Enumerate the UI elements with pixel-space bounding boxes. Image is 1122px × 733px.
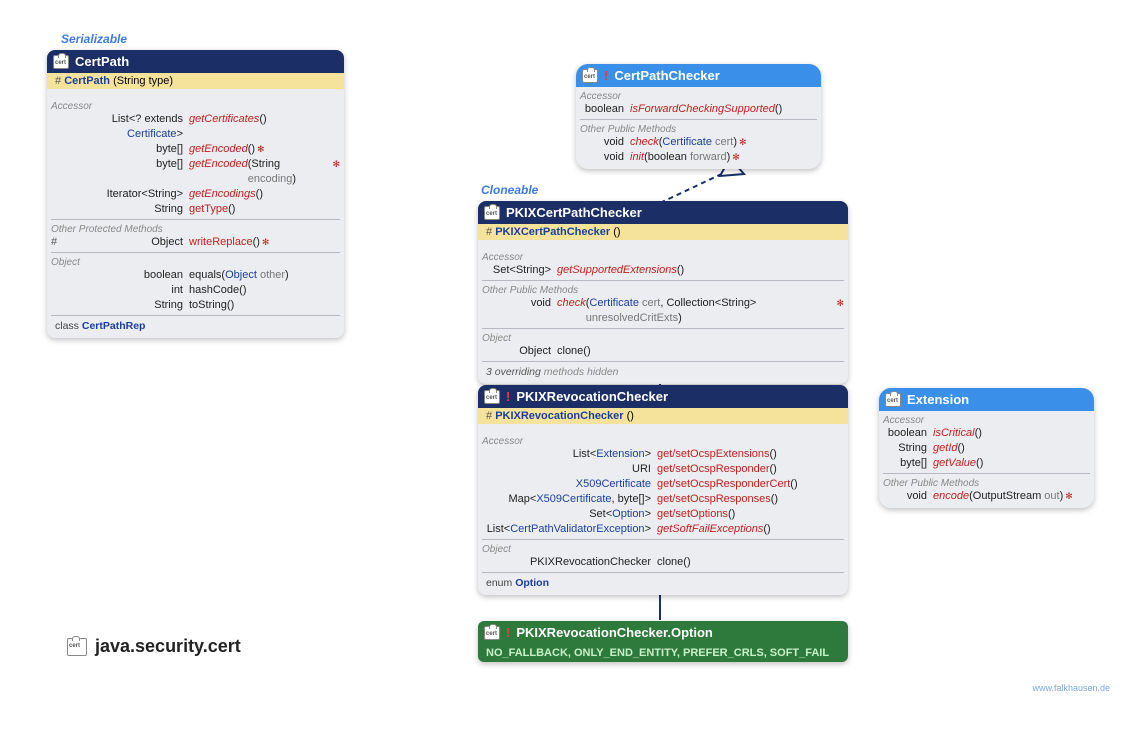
cert-icon xyxy=(67,638,87,656)
cert-icon xyxy=(53,55,69,69)
class-pkixcertpathchecker: PKIXCertPathChecker # PKIXCertPathChecke… xyxy=(478,201,848,384)
certpath-body: Accessor List<? extends Certificate>getC… xyxy=(47,89,344,338)
stereotype-serializable: Serializable xyxy=(61,32,127,46)
pkixcpc-body: Accessor Set<String>getSupportedExtensio… xyxy=(478,240,848,384)
ext-title: Extension xyxy=(907,392,969,407)
cert-icon xyxy=(484,626,500,640)
pkixrc-sec-acc: Accessor xyxy=(482,434,844,447)
class-pkixrevocationchecker: ! PKIXRevocationChecker # PKIXRevocation… xyxy=(478,385,848,595)
certpath-ctor-params: (String type) xyxy=(113,75,173,87)
pkixrc-title: PKIXRevocationChecker xyxy=(516,389,668,404)
pkixcpc-title: PKIXCertPathChecker xyxy=(506,205,642,220)
cert-icon xyxy=(582,69,598,83)
pkixrc-sec-obj: Object xyxy=(482,542,844,555)
row-ocspext: List<Extension>get/setOcspExtensions () xyxy=(482,447,844,462)
pkixrc-ctor: # PKIXRevocationChecker () xyxy=(478,408,848,424)
row-tostring: StringtoString () xyxy=(51,298,340,313)
row-encode: voidencode (OutputStream out)✻ xyxy=(883,489,1090,504)
stereotype-cloneable: Cloneable xyxy=(481,183,538,197)
cpc-header: ! CertPathChecker xyxy=(576,64,821,87)
enum-option: ! PKIXRevocationChecker.Option NO_FALLBA… xyxy=(478,621,848,662)
row-getencoded1: byte[]getEncoded ()✻ xyxy=(51,142,340,157)
pkixcpc-overriding: 3 overriding 3 overriding methods hidden… xyxy=(482,364,844,380)
certpath-title: CertPath xyxy=(75,54,129,69)
pkixcpc-sec-acc: Accessor xyxy=(482,250,844,263)
row-check: voidcheck (Certificate cert)✻ xyxy=(580,135,817,150)
row-writereplace: #ObjectwriteReplace ()✻ xyxy=(51,235,340,250)
certpath-header: CertPath xyxy=(47,50,344,73)
ext-header: Extension xyxy=(879,388,1094,411)
pkixcpc-sec-other: Other Public Methods xyxy=(482,283,844,296)
certpath-ctor: # CertPath (String type) xyxy=(47,73,344,89)
sec-object: Object xyxy=(51,255,340,268)
row-init: voidinit (boolean forward)✻ xyxy=(580,150,817,165)
cpc-title: CertPathChecker xyxy=(614,68,720,83)
row-clone: Objectclone () xyxy=(482,344,844,359)
row-hashcode: inthashCode () xyxy=(51,283,340,298)
pkixcpc-header: PKIXCertPathChecker xyxy=(478,201,848,224)
cert-icon xyxy=(885,393,901,407)
row-isfwd: booleanisForwardCheckingSupported () xyxy=(580,102,817,117)
interface-certpathchecker: ! CertPathChecker Accessor booleanisForw… xyxy=(576,64,821,169)
cert-icon xyxy=(484,390,500,404)
row-gettype: StringgetType () xyxy=(51,202,340,217)
row-options: Set<Option>get/setOptions () xyxy=(482,507,844,522)
cert-icon xyxy=(484,206,500,220)
cpc-body: Accessor booleanisForwardCheckingSupport… xyxy=(576,87,821,169)
credit-link[interactable]: www.falkhausen.de xyxy=(1032,683,1110,693)
class-certpath: CertPath # CertPath (String type) Access… xyxy=(47,50,344,338)
row-getsuppext: Set<String>getSupportedExtensions () xyxy=(482,263,844,278)
exclaim-icon: ! xyxy=(506,389,510,404)
ext-body: Accessor booleanisCritical () StringgetI… xyxy=(879,411,1094,508)
exclaim-icon: ! xyxy=(506,625,510,640)
row-getencoded2: byte[]getEncoded (String encoding)✻ xyxy=(51,157,340,187)
option-values: NO_FALLBACK, ONLY_END_ENTITY, PREFER_CRL… xyxy=(478,644,848,662)
pkixrc-inner: enum Option xyxy=(482,575,844,591)
ext-sec-other: Other Public Methods xyxy=(883,476,1090,489)
row-getid: StringgetId () xyxy=(883,441,1090,456)
pkixrc-header: ! PKIXRevocationChecker xyxy=(478,385,848,408)
pkixrc-body: Accessor List<Extension>get/setOcspExten… xyxy=(478,424,848,595)
row-ocspresp: URIget/setOcspResponder () xyxy=(482,462,844,477)
pkixcpc-sec-obj: Object xyxy=(482,331,844,344)
row-getcertificates: List<? extends Certificate>getCertificat… xyxy=(51,112,340,142)
row-getencodings: Iterator<String>getEncodings () xyxy=(51,187,340,202)
package-name: java.security.cert xyxy=(95,636,241,657)
row-getval: byte[]getValue () xyxy=(883,456,1090,471)
cpc-sec-other: Other Public Methods xyxy=(580,122,817,135)
cpc-sec-acc: Accessor xyxy=(580,89,817,102)
row-ocsprespcert: X509Certificateget/setOcspResponderCert … xyxy=(482,477,844,492)
option-header: ! PKIXRevocationChecker.Option xyxy=(478,621,848,644)
certpath-inner: class CertPathRep xyxy=(51,318,340,334)
option-title: PKIXRevocationChecker.Option xyxy=(516,625,713,640)
sec-accessor: Accessor xyxy=(51,99,340,112)
pkixcpc-ctor: # PKIXCertPathChecker () xyxy=(478,224,848,240)
package-label: java.security.cert xyxy=(67,636,241,657)
certpath-ctor-name: CertPath xyxy=(64,75,110,87)
exclaim-icon: ! xyxy=(604,68,608,83)
row-clone2: PKIXRevocationCheckerclone () xyxy=(482,555,844,570)
row-check2: voidcheck (Certificate cert, Collection<… xyxy=(482,296,844,326)
ext-sec-acc: Accessor xyxy=(883,413,1090,426)
row-iscrit: booleanisCritical () xyxy=(883,426,1090,441)
row-equals: booleanequals (Object other) xyxy=(51,268,340,283)
row-softfail: List<CertPathValidatorException>getSoftF… xyxy=(482,522,844,537)
row-ocspresps: Map<X509Certificate, byte[]>get/setOcspR… xyxy=(482,492,844,507)
interface-extension: Extension Accessor booleanisCritical () … xyxy=(879,388,1094,508)
sec-otherprot: Other Protected Methods xyxy=(51,222,340,235)
